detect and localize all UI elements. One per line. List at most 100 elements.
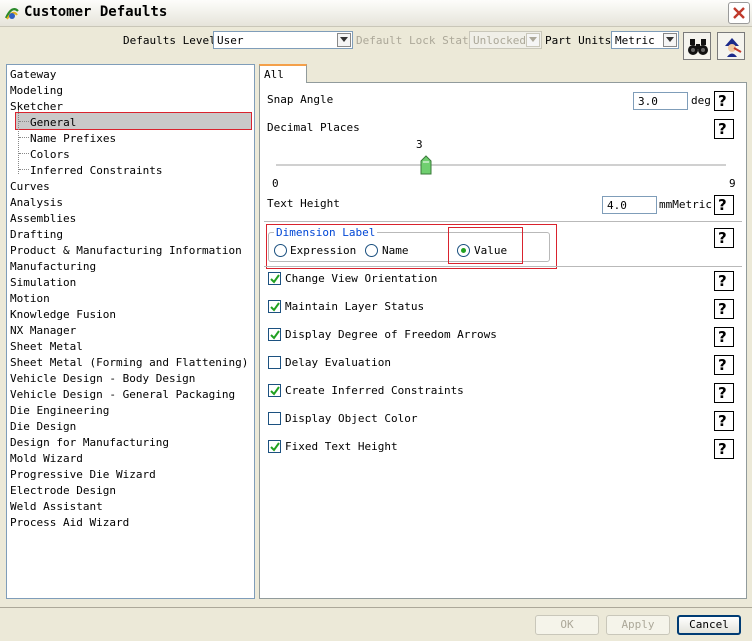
checkmark-icon <box>270 330 280 340</box>
tree-connector-dash <box>19 137 29 138</box>
tree-item-modeling[interactable]: Modeling <box>10 84 63 97</box>
tree-item-name-prefixes[interactable]: Name Prefixes <box>30 132 116 145</box>
help-icon: ? <box>718 229 727 247</box>
tree-item-die-design[interactable]: Die Design <box>10 420 76 433</box>
chevron-down-icon <box>526 33 540 47</box>
tree-item-knowledge-fusion[interactable]: Knowledge Fusion <box>10 308 116 321</box>
tree-item-design-for-manufacturing[interactable]: Design for Manufacturing <box>10 436 169 449</box>
tree-item-progressive-die[interactable]: Progressive Die Wizard <box>10 468 156 481</box>
tree-item-die-engineering[interactable]: Die Engineering <box>10 404 109 417</box>
apply-button[interactable]: Apply <box>606 615 670 635</box>
bottom-separator <box>0 607 752 608</box>
checkbox-change-view-orientation[interactable] <box>268 272 281 285</box>
snap-angle-label: Snap Angle <box>267 93 334 106</box>
tree-item-manufacturing[interactable]: Manufacturing <box>10 260 96 273</box>
cancel-button[interactable]: Cancel <box>677 615 741 635</box>
tree-item-inferred-constraints[interactable]: Inferred Constraints <box>30 164 162 177</box>
tree-item-vehicle-packaging[interactable]: Vehicle Design - General Packaging <box>10 388 235 401</box>
help-icon: ? <box>718 440 727 458</box>
help-button-text-height[interactable]: ? <box>714 195 734 215</box>
part-units-combo[interactable]: Metric <box>611 31 679 49</box>
help-icon: ? <box>718 92 727 110</box>
help-icon: ? <box>718 272 727 290</box>
ok-button[interactable]: OK <box>535 615 599 635</box>
checkbox-label: Change View Orientation <box>285 272 438 285</box>
help-button[interactable]: ? <box>714 383 734 403</box>
tree-item-pmi[interactable]: Product & Manufacturing Information <box>10 244 242 257</box>
wizard-icon <box>725 38 742 57</box>
chevron-down-icon[interactable] <box>663 33 677 47</box>
find-button[interactable] <box>683 32 711 60</box>
close-button[interactable] <box>728 2 750 24</box>
help-button[interactable]: ? <box>714 439 734 459</box>
tree-connector-dash <box>19 169 29 170</box>
help-icon: ? <box>718 356 727 374</box>
help-icon: ? <box>718 120 727 138</box>
tree-item-curves[interactable]: Curves <box>10 180 50 193</box>
tree-item-assemblies[interactable]: Assemblies <box>10 212 76 225</box>
help-button[interactable]: ? <box>714 411 734 431</box>
slider-thumb[interactable] <box>420 155 432 175</box>
lock-state-combo: Unlocked <box>469 31 542 49</box>
tree-item-electrode-design[interactable]: Electrode Design <box>10 484 116 497</box>
tree-item-vehicle-body[interactable]: Vehicle Design - Body Design <box>10 372 195 385</box>
help-button[interactable]: ? <box>714 355 734 375</box>
help-button-dimension-label[interactable]: ? <box>714 228 734 248</box>
separator <box>264 266 742 267</box>
value-option-highlight <box>448 227 523 264</box>
tree-connector-dash <box>19 153 29 154</box>
tree-item-analysis[interactable]: Analysis <box>10 196 63 209</box>
tree-item-process-aid-wizard[interactable]: Process Aid Wizard <box>10 516 129 529</box>
help-button[interactable]: ? <box>714 299 734 319</box>
snap-angle-unit: deg <box>691 94 711 107</box>
category-tree[interactable]: Gateway Modeling Sketcher General Name P… <box>6 64 255 599</box>
decimal-places-slider-track[interactable] <box>276 164 726 167</box>
text-height-input[interactable]: 4.0 <box>602 196 657 214</box>
checkbox-maintain-layer-status[interactable] <box>268 300 281 313</box>
checkbox-label: Fixed Text Height <box>285 440 398 453</box>
help-button[interactable]: ? <box>714 327 734 347</box>
lock-state-label: Default Lock State <box>356 34 476 47</box>
slider-min-label: 0 <box>272 177 279 190</box>
tree-item-drafting[interactable]: Drafting <box>10 228 63 241</box>
tree-item-colors[interactable]: Colors <box>30 148 70 161</box>
part-units-label: Part Units <box>545 34 612 47</box>
help-icon: ? <box>718 384 727 402</box>
tree-item-sketcher[interactable]: Sketcher <box>10 100 63 113</box>
tree-item-gateway[interactable]: Gateway <box>10 68 56 81</box>
help-button-snap-angle[interactable]: ? <box>714 91 734 111</box>
checkmark-icon <box>270 302 280 312</box>
tree-item-sheet-metal[interactable]: Sheet Metal <box>10 340 83 353</box>
tree-item-sheet-metal-forming[interactable]: Sheet Metal (Forming and Flattening) <box>10 356 248 369</box>
nx-app-icon <box>5 8 19 20</box>
text-height-unit: mmMetric <box>659 198 712 211</box>
close-icon <box>733 7 745 19</box>
decimal-places-label: Decimal Places <box>267 121 360 134</box>
binoculars-icon <box>688 39 708 55</box>
checkbox-label: Delay Evaluation <box>285 356 391 369</box>
tree-connector-line <box>18 110 19 174</box>
tree-item-weld-assistant[interactable]: Weld Assistant <box>10 500 103 513</box>
checkbox-display-object-color[interactable] <box>268 412 281 425</box>
help-icon: ? <box>718 196 727 214</box>
chevron-down-icon[interactable] <box>337 33 351 47</box>
checkmark-icon <box>270 442 280 452</box>
help-button-decimal-places[interactable]: ? <box>714 119 734 139</box>
checkbox-fixed-text-height[interactable] <box>268 440 281 453</box>
help-button[interactable]: ? <box>714 271 734 291</box>
checkbox-label: Create Inferred Constraints <box>285 384 464 397</box>
defaults-level-combo[interactable]: User <box>213 31 353 49</box>
snap-angle-input[interactable]: 3.0 <box>633 92 688 110</box>
title-bar: Customer Defaults <box>0 0 752 27</box>
tree-item-motion[interactable]: Motion <box>10 292 50 305</box>
checkbox-delay-evaluation[interactable] <box>268 356 281 369</box>
tab-all[interactable]: All <box>259 64 307 83</box>
tree-item-general[interactable]: General <box>30 116 76 129</box>
checkbox-dof-arrows[interactable] <box>268 328 281 341</box>
tree-item-nx-manager[interactable]: NX Manager <box>10 324 76 337</box>
wizard-button[interactable] <box>717 32 745 60</box>
tree-item-mold-wizard[interactable]: Mold Wizard <box>10 452 83 465</box>
checkbox-create-inferred-constraints[interactable] <box>268 384 281 397</box>
tree-item-simulation[interactable]: Simulation <box>10 276 76 289</box>
tree-connector-dash <box>19 121 29 122</box>
